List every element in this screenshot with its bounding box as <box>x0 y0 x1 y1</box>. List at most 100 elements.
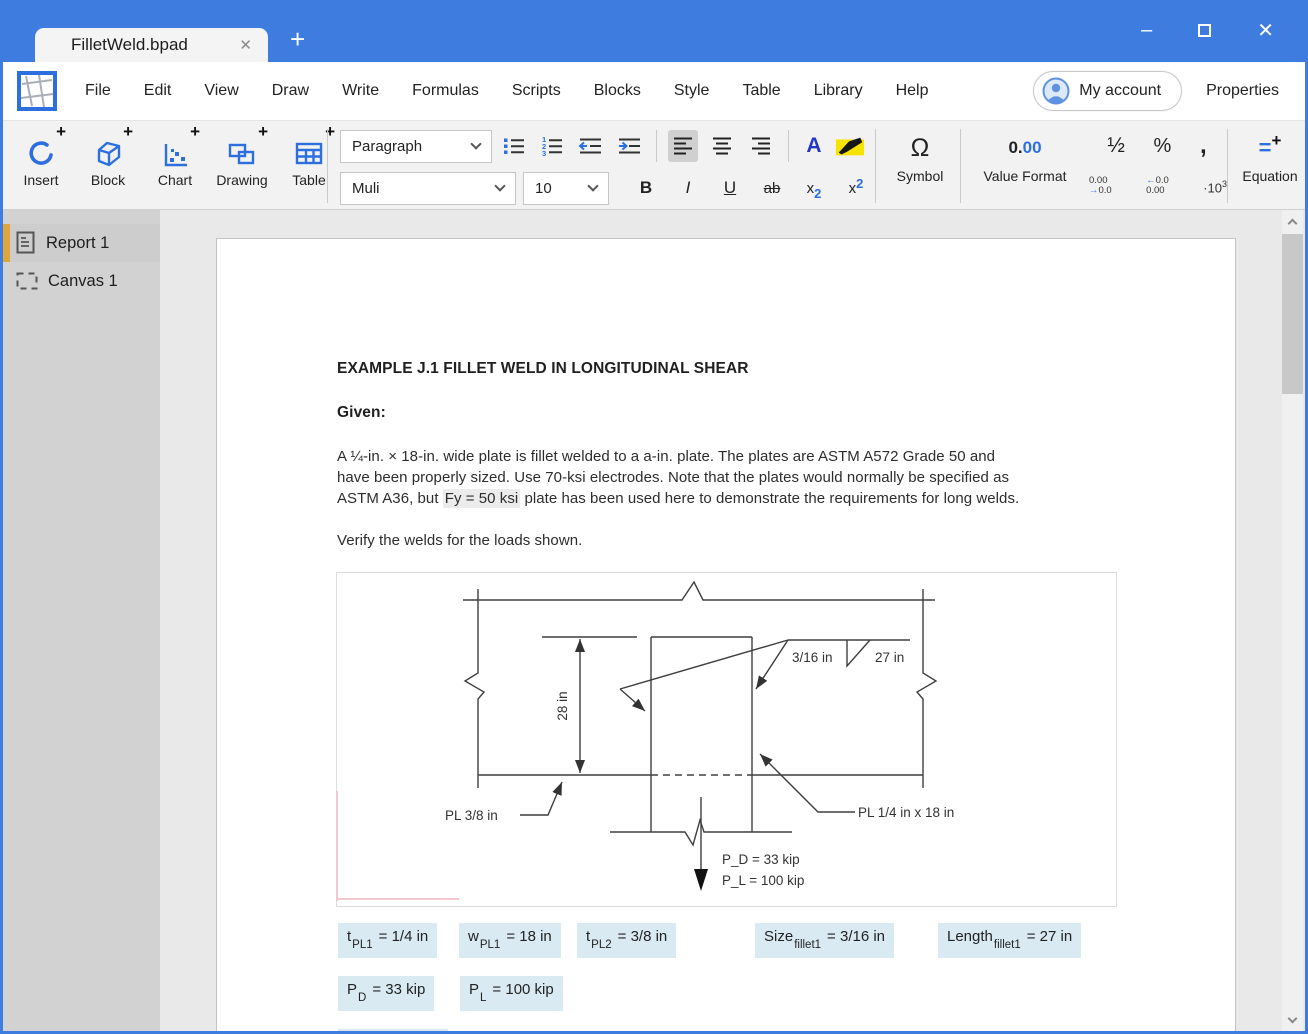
canvas-icon <box>16 272 38 290</box>
canvas-guide-horizontal <box>337 898 459 900</box>
example-heading: EXAMPLE J.1 FILLET WELD IN LONGITUDINAL … <box>337 360 749 377</box>
maximize-button[interactable] <box>1198 24 1212 37</box>
menu-draw[interactable]: Draw <box>272 82 309 100</box>
bold-button[interactable]: B <box>631 172 661 204</box>
menu-file[interactable]: File <box>85 82 111 100</box>
symbol-button[interactable]: Ω Symbol <box>885 128 955 185</box>
font-size-select[interactable]: 10 <box>523 171 609 205</box>
menu-library[interactable]: Library <box>814 82 863 100</box>
insert-icon: + <box>25 123 66 170</box>
sidebar-item-canvas[interactable]: Canvas 1 <box>3 262 160 300</box>
paragraph-line: A ¼-in. × 18-in. wide plate is fillet we… <box>337 448 996 465</box>
chevron-down-icon <box>470 138 482 150</box>
subscript-button[interactable]: x2 <box>799 172 829 204</box>
italic-button[interactable]: I <box>673 172 703 204</box>
menu-scripts[interactable]: Scripts <box>512 82 561 100</box>
document-viewport[interactable]: EXAMPLE J.1 FILLET WELD IN LONGITUDINAL … <box>160 210 1305 1031</box>
weld-figure[interactable]: 28 in 3/16 in 27 in PL 3/8 in PL 1/4 in … <box>336 572 1117 907</box>
field-length-fillet1[interactable]: Lengthfillet1 = 27 in <box>938 923 1082 958</box>
underline-button[interactable]: U <box>715 172 745 204</box>
numbered-list-button[interactable]: 123 <box>537 130 567 162</box>
app-logo <box>17 71 57 111</box>
canvas-guide-vertical <box>336 791 338 901</box>
toolbar-separator <box>960 129 961 203</box>
increase-decimal-button[interactable]: 0.00 →0.0 <box>1089 175 1112 197</box>
menu-edit[interactable]: Edit <box>144 82 172 100</box>
fraction-button[interactable]: ½ <box>1107 134 1125 158</box>
vertical-scrollbar[interactable] <box>1282 210 1303 1031</box>
document-page[interactable]: EXAMPLE J.1 FILLET WELD IN LONGITUDINAL … <box>216 238 1236 1031</box>
minimize-button[interactable]: – <box>1141 19 1152 42</box>
field-t-pl2[interactable]: tPL2 = 3/8 in <box>577 923 677 958</box>
align-left-button[interactable] <box>668 130 698 162</box>
my-account-button[interactable]: My account <box>1033 71 1183 111</box>
field-p-dead[interactable]: PD = 33 kip <box>338 976 435 1011</box>
number-format-top-row: ½ % , <box>1093 128 1221 164</box>
align-center-button[interactable] <box>707 130 737 162</box>
chart-button[interactable]: + Chart <box>147 123 203 188</box>
strikethrough-button[interactable]: ab <box>757 172 787 204</box>
scroll-up-button[interactable] <box>1282 210 1303 232</box>
weld-length-label: 27 in <box>875 650 904 665</box>
menu-help[interactable]: Help <box>896 82 929 100</box>
align-right-button[interactable] <box>746 130 776 162</box>
block-button[interactable]: + Block <box>80 123 136 188</box>
plate-horizontal-label: PL 3/8 in <box>445 808 498 823</box>
window-controls: – ✕ <box>1141 18 1274 43</box>
font-color-button[interactable]: A <box>799 130 829 162</box>
live-load-label: P_L = 100 kip <box>722 873 804 888</box>
equation-button[interactable]: = + Equation <box>1235 128 1305 184</box>
percent-button[interactable]: % <box>1154 135 1172 158</box>
field-w-pl1[interactable]: wPL1 = 18 in <box>459 923 561 958</box>
document-tab[interactable]: FilletWeld.bpad ✕ <box>35 28 268 62</box>
chart-icon: + <box>159 123 200 170</box>
highlight-button[interactable] <box>835 130 865 162</box>
menu-table[interactable]: Table <box>742 82 780 100</box>
plate-vertical-label: PL 1/4 in x 18 in <box>858 805 954 820</box>
chevron-down-icon <box>494 180 506 192</box>
field-p-live[interactable]: PL = 100 kip <box>460 976 563 1011</box>
given-label: Given: <box>337 404 386 421</box>
outdent-button[interactable] <box>575 130 605 162</box>
sidebar-item-report[interactable]: Report 1 <box>3 224 160 262</box>
indent-button[interactable] <box>614 130 644 162</box>
insert-button[interactable]: + Insert <box>13 123 69 188</box>
decrease-decimal-button[interactable]: ←0.0 0.00 <box>1146 175 1169 197</box>
value-format-button[interactable]: 0. 00 Value Format <box>969 128 1081 184</box>
comma-button[interactable]: , <box>1200 134 1207 158</box>
fy-inline-value[interactable]: Fy = 50 ksi <box>442 489 521 508</box>
font-format-row: Muli 10 B I U ab x2 x2 <box>340 170 871 206</box>
scroll-down-button[interactable] <box>1282 1009 1303 1031</box>
menu-blocks[interactable]: Blocks <box>594 82 641 100</box>
menu-style[interactable]: Style <box>674 82 710 100</box>
field-size-fillet1[interactable]: Sizefillet1 = 3/16 in <box>755 923 895 958</box>
chevron-down-icon <box>587 180 599 192</box>
value-format-icon: 0. 00 <box>1008 138 1042 157</box>
superscript-button[interactable]: x2 <box>841 172 871 204</box>
scientific-notation-button[interactable]: ·103 <box>1203 179 1227 194</box>
close-window-button[interactable]: ✕ <box>1257 18 1274 43</box>
table-button[interactable]: + Table <box>281 123 337 188</box>
scrollbar-thumb[interactable] <box>1282 234 1303 394</box>
menu-formulas[interactable]: Formulas <box>412 82 479 100</box>
drawing-button[interactable]: + Drawing <box>214 123 270 188</box>
chevron-up-icon <box>1287 218 1298 228</box>
body-area: Report 1 Canvas 1 EXAMPLE J.1 FILLET WEL… <box>3 210 1305 1031</box>
tab-close-icon[interactable]: ✕ <box>235 34 256 56</box>
font-family-select[interactable]: Muli <box>340 171 516 205</box>
bullet-list-button[interactable] <box>499 130 529 162</box>
new-tab-button[interactable]: + <box>290 26 305 52</box>
field-t-pl1[interactable]: tPL1 = 1/4 in <box>338 923 438 958</box>
load-arrowhead <box>694 869 708 891</box>
menu-view[interactable]: View <box>204 82 238 100</box>
weld-diagram: 28 in 3/16 in 27 in PL 3/8 in PL 1/4 in … <box>445 580 954 891</box>
paragraph-style-select[interactable]: Paragraph <box>340 129 492 163</box>
menu-properties[interactable]: Properties <box>1206 82 1279 100</box>
drawing-icon: + <box>225 123 268 170</box>
paragraph-line: ASTM A36, but Fy = 50 ksi plate has been… <box>337 489 1020 508</box>
given-paragraph: A ¼-in. × 18-in. wide plate is fillet we… <box>337 446 1137 509</box>
menu-write[interactable]: Write <box>342 82 379 100</box>
arrow-right-icon: → <box>1089 185 1099 196</box>
toolbar-separator <box>1227 129 1228 203</box>
sidebar: Report 1 Canvas 1 <box>3 210 160 1031</box>
